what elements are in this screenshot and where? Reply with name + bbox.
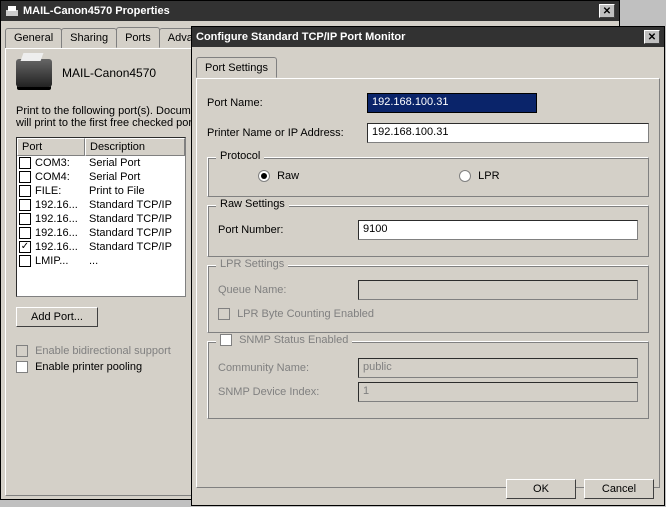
radio-icon (459, 170, 471, 182)
col-description[interactable]: Description (85, 138, 185, 156)
table-row[interactable]: COM4: Serial Port (17, 170, 185, 184)
port-name-label: Port Name: (207, 97, 367, 109)
printer-icon-small (5, 4, 19, 18)
port-cell: 192.16... (35, 213, 85, 225)
port-checkbox[interactable] (19, 171, 31, 183)
desc-cell: Serial Port (89, 157, 183, 169)
bidi-label: Enable bidirectional support (35, 345, 171, 357)
table-row[interactable]: FILE: Print to File (17, 184, 185, 198)
desc-cell: Standard TCP/IP (89, 227, 183, 239)
table-row[interactable]: COM3: Serial Port (17, 156, 185, 170)
configure-titlebar[interactable]: Configure Standard TCP/IP Port Monitor ✕ (192, 27, 664, 47)
raw-legend: Raw Settings (216, 198, 289, 210)
port-cell: 192.16... (35, 241, 85, 253)
protocol-lpr-radio[interactable]: LPR (459, 170, 499, 182)
table-row[interactable]: LMIP...... (17, 254, 185, 268)
configure-title: Configure Standard TCP/IP Port Monitor (196, 31, 644, 43)
table-row[interactable]: 192.16... Standard TCP/IP (17, 226, 185, 240)
printer-icon (16, 59, 52, 87)
port-cell: 192.16... (35, 227, 85, 239)
protocol-group: Protocol Raw LPR (207, 157, 649, 197)
port-number-input[interactable]: 9100 (358, 220, 638, 240)
tab-port-settings[interactable]: Port Settings (196, 57, 277, 78)
pooling-checkbox[interactable] (16, 361, 28, 373)
printer-name: MAIL-Canon4570 (62, 66, 156, 80)
protocol-legend: Protocol (216, 150, 264, 162)
snmp-index-input: 1 (358, 382, 638, 402)
port-checkbox[interactable]: ✓ (19, 241, 31, 253)
port-checkbox[interactable] (19, 157, 31, 169)
desc-cell: Standard TCP/IP (89, 199, 183, 211)
snmp-group: SNMP Status Enabled Community Name: publ… (207, 341, 649, 419)
lpr-legend: LPR Settings (216, 258, 288, 270)
bidi-checkbox (16, 345, 28, 357)
lpr-settings-group: LPR Settings Queue Name: LPR Byte Counti… (207, 265, 649, 333)
address-input[interactable]: 192.168.100.31 (367, 123, 649, 143)
port-checkbox[interactable] (19, 213, 31, 225)
cancel-button[interactable]: Cancel (584, 479, 654, 499)
table-row[interactable]: 192.16... Standard TCP/IP (17, 212, 185, 226)
snmp-index-label: SNMP Device Index: (218, 386, 358, 398)
table-row[interactable]: ✓ 192.16... Standard TCP/IP (17, 240, 185, 254)
queue-name-input (358, 280, 638, 300)
port-name-input[interactable]: 192.168.100.31 (367, 93, 537, 113)
tab-ports[interactable]: Ports (116, 27, 160, 48)
desc-cell: Standard TCP/IP (89, 241, 183, 253)
close-icon[interactable]: ✕ (599, 4, 615, 18)
desc-cell: Standard TCP/IP (89, 213, 183, 225)
port-checkbox[interactable] (19, 185, 31, 197)
address-label: Printer Name or IP Address: (207, 127, 367, 139)
col-port[interactable]: Port (17, 138, 85, 156)
raw-settings-group: Raw Settings Port Number: 9100 (207, 205, 649, 257)
table-row[interactable]: 192.16... Standard TCP/IP (17, 198, 185, 212)
port-checkbox[interactable] (19, 227, 31, 239)
port-cell: FILE: (35, 185, 85, 197)
radio-icon (258, 170, 270, 182)
community-label: Community Name: (218, 362, 358, 374)
queue-name-label: Queue Name: (218, 284, 358, 296)
pooling-label: Enable printer pooling (35, 361, 142, 373)
port-settings-panel: Port Name: 192.168.100.31 Printer Name o… (196, 78, 660, 488)
properties-titlebar[interactable]: MAIL-Canon4570 Properties ✕ (1, 1, 619, 21)
port-checkbox[interactable] (19, 255, 31, 267)
tab-general[interactable]: General (5, 28, 62, 49)
tab-sharing[interactable]: Sharing (61, 28, 117, 49)
lpr-bytecount-checkbox (218, 308, 230, 320)
port-cell: COM3: (35, 157, 85, 169)
ports-table[interactable]: Port Description COM3: Serial Port COM4: Se… (16, 137, 186, 297)
community-input: public (358, 358, 638, 378)
port-cell: COM4: (35, 171, 85, 183)
close-icon[interactable]: ✕ (644, 30, 660, 44)
port-cell: 192.16... (35, 199, 85, 211)
desc-cell: Print to File (89, 185, 183, 197)
ok-button[interactable]: OK (506, 479, 576, 499)
port-checkbox[interactable] (19, 199, 31, 211)
snmp-checkbox[interactable] (220, 334, 232, 346)
port-cell: LMIP... (35, 255, 85, 267)
lpr-bytecount-label: LPR Byte Counting Enabled (237, 308, 374, 320)
instruction-text: Print to the following port(s). Document… (16, 105, 216, 129)
desc-cell: ... (89, 255, 183, 267)
protocol-raw-radio[interactable]: Raw (258, 170, 299, 182)
properties-title: MAIL-Canon4570 Properties (23, 5, 599, 17)
configure-port-window: Configure Standard TCP/IP Port Monitor ✕… (191, 26, 665, 506)
desc-cell: Serial Port (89, 171, 183, 183)
add-port-button[interactable]: Add Port... (16, 307, 98, 327)
snmp-legend: SNMP Status Enabled (216, 334, 352, 346)
port-number-label: Port Number: (218, 224, 358, 236)
